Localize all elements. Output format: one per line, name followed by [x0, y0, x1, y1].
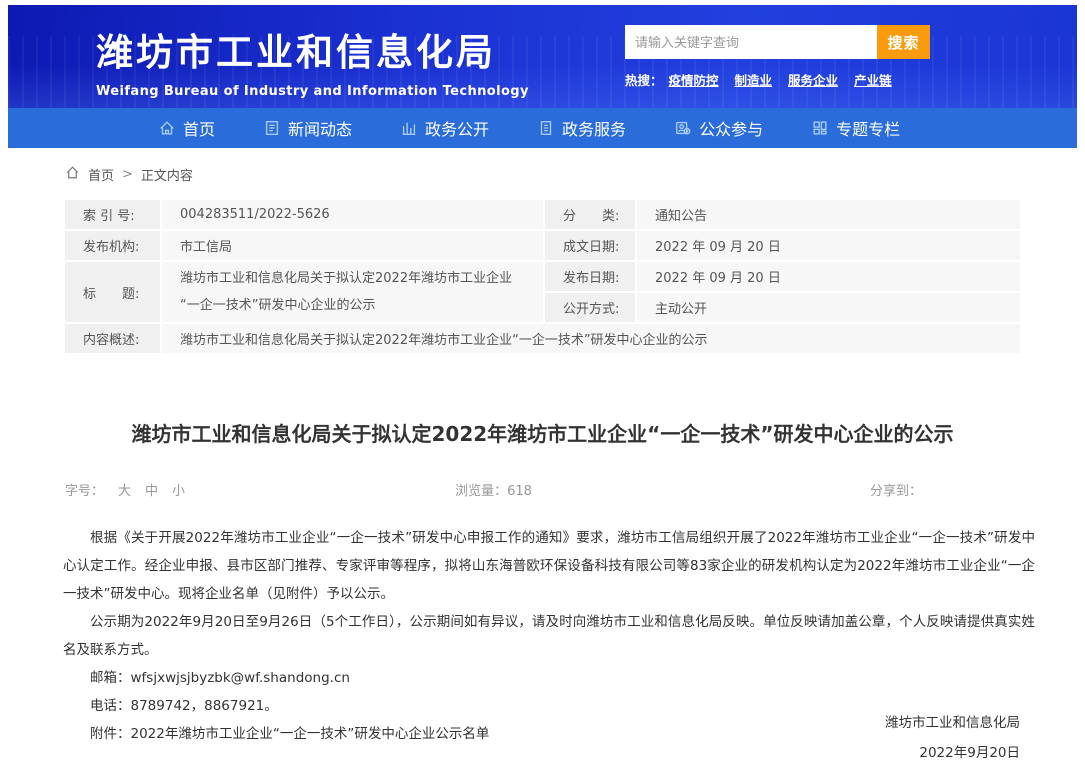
meta-label-category: 分 类:	[545, 200, 635, 229]
meta-label-publisher: 发布机构:	[65, 231, 160, 260]
nav-item-label: 政务服务	[562, 116, 626, 140]
nav-item-home[interactable]: 首页	[158, 116, 215, 140]
meta-label-index-no: 索 引 号:	[65, 200, 160, 229]
font-size-large-button[interactable]: 大	[118, 480, 131, 499]
article-signature: 潍坊市工业和信息化局 2022年9月20日	[885, 708, 1020, 768]
meta-value-category: 通知公告	[637, 200, 1020, 229]
breadcrumb-current: 正文内容	[141, 165, 193, 184]
nav-item-gov-service[interactable]: 政务服务	[537, 116, 626, 140]
email-line: 邮箱：wfsjxwjsjbyzbk@wf.shandong.cn	[63, 664, 1035, 692]
meta-value-doc-date: 2022 年 09 月 20 日	[637, 231, 1020, 260]
views-count: 618	[507, 484, 532, 499]
hot-link-manufacturing[interactable]: 制造业	[735, 73, 773, 88]
attachment-label: 附件：	[90, 726, 131, 742]
news-icon	[263, 119, 281, 137]
font-size-medium-button[interactable]: 中	[145, 480, 158, 499]
search-input[interactable]	[625, 25, 877, 59]
hot-search-label: 热搜：	[625, 73, 663, 88]
nav-item-news[interactable]: 新闻动态	[263, 116, 352, 140]
special-column-icon	[811, 119, 829, 137]
meta-label-pub-date: 发布日期:	[545, 262, 635, 291]
hot-link-service[interactable]: 服务企业	[788, 73, 838, 88]
share-label: 分享到：	[870, 484, 922, 499]
nav-item-label: 政务公开	[425, 116, 489, 140]
site-title: 潍坊市工业和信息化局	[96, 22, 529, 76]
views-label: 浏览量：	[455, 484, 507, 499]
font-size-label: 字号：	[65, 480, 104, 499]
meta-value-pub-method: 主动公开	[637, 293, 1020, 322]
nav-item-label: 新闻动态	[288, 116, 352, 140]
meta-value-publisher: 市工信局	[162, 231, 543, 260]
hot-link-epidemic[interactable]: 疫情防控	[669, 73, 719, 88]
breadcrumb-separator: >	[122, 167, 133, 182]
font-size-small-button[interactable]: 小	[172, 480, 185, 499]
meta-label-pub-method: 公开方式:	[545, 293, 635, 322]
nav-item-special-column[interactable]: 专题专栏	[811, 116, 900, 140]
main-nav: 首页 新闻动态 政务公开 政务服务	[8, 108, 1077, 148]
paragraph-1: 根据《关于开展2022年潍坊市工业企业“一企一技术”研发中心申报工作的通知》要求…	[63, 524, 1035, 608]
search-button[interactable]: 搜索	[877, 25, 930, 59]
nav-item-participation[interactable]: 公众参与	[674, 116, 763, 140]
meta-label-summary: 内容概述:	[65, 324, 160, 353]
site-header: 潍坊市工业和信息化局 Weifang Bureau of Industry an…	[8, 5, 1077, 108]
nav-item-label: 首页	[183, 116, 215, 140]
meta-value-pub-date: 2022 年 09 月 20 日	[637, 262, 1020, 291]
paragraph-2: 公示期为2022年9月20日至9月26日（5个工作日），公示期间如有异议，请及时…	[63, 608, 1035, 664]
meta-value-summary: 潍坊市工业和信息化局关于拟认定2022年潍坊市工业企业“一企一技术”研发中心企业…	[162, 324, 1020, 353]
article-toolbar: 字号： 大 中 小 浏览量：618 分享到：	[65, 480, 1020, 499]
gov-open-icon	[400, 119, 418, 137]
nav-item-label: 公众参与	[699, 116, 763, 140]
breadcrumb: 首页 > 正文内容	[65, 165, 193, 184]
participation-icon	[674, 119, 692, 137]
meta-value-title: 潍坊市工业和信息化局关于拟认定2022年潍坊市工业企业“一企一技术”研发中心企业…	[162, 262, 543, 322]
hot-link-industry-chain[interactable]: 产业链	[854, 73, 892, 88]
signature-org: 潍坊市工业和信息化局	[885, 708, 1020, 738]
gov-service-icon	[537, 119, 555, 137]
nav-item-label: 专题专栏	[836, 116, 900, 140]
breadcrumb-home-icon	[65, 165, 80, 184]
breadcrumb-home-link[interactable]: 首页	[88, 165, 114, 184]
meta-label-title: 标 题:	[65, 262, 160, 322]
document-meta-table: 索 引 号: 004283511/2022-5626 分 类: 通知公告 发布机…	[65, 200, 1020, 353]
site-brand: 潍坊市工业和信息化局 Weifang Bureau of Industry an…	[96, 22, 529, 99]
site-subtitle: Weifang Bureau of Industry and Informati…	[96, 84, 529, 99]
signature-date: 2022年9月20日	[885, 738, 1020, 768]
meta-label-doc-date: 成文日期:	[545, 231, 635, 260]
article-title: 潍坊市工业和信息化局关于拟认定2022年潍坊市工业企业“一企一技术”研发中心企业…	[65, 418, 1020, 447]
meta-value-index-no: 004283511/2022-5626	[162, 200, 543, 229]
page: 潍坊市工业和信息化局 Weifang Bureau of Industry an…	[0, 0, 1085, 776]
home-icon	[158, 119, 176, 137]
attachment-link[interactable]: 2022年潍坊市工业企业“一企一技术”研发中心企业公示名单	[131, 726, 490, 742]
nav-item-gov-open[interactable]: 政务公开	[400, 116, 489, 140]
hot-search-bar: 热搜： 疫情防控 制造业服务企业 产业链	[625, 70, 930, 89]
